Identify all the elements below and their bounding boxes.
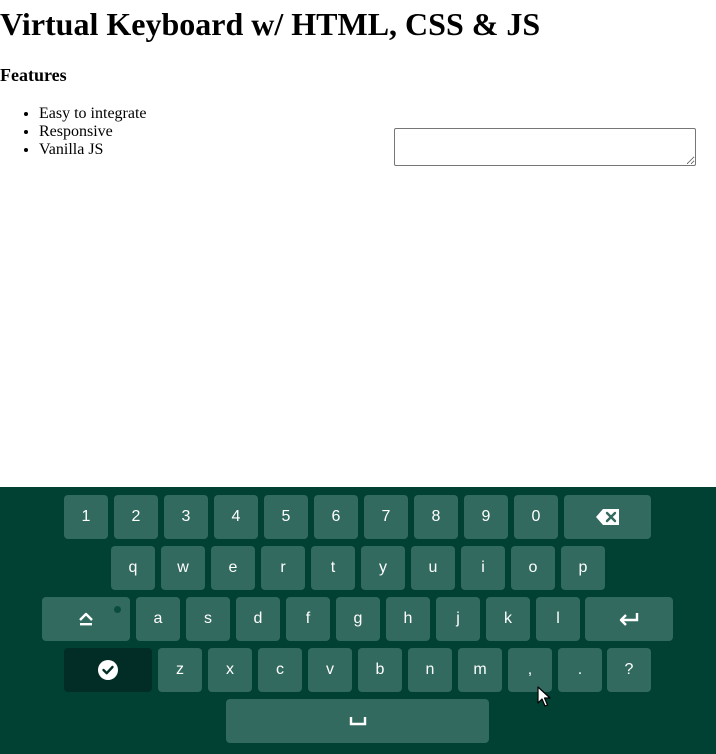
- key-y[interactable]: y: [361, 546, 405, 590]
- key-z[interactable]: z: [158, 648, 202, 692]
- key-g[interactable]: g: [336, 597, 380, 641]
- key-6[interactable]: 6: [314, 495, 358, 539]
- keyboard-row-top: q w e r t y u i o p: [0, 546, 716, 590]
- space-key[interactable]: [226, 699, 489, 743]
- key-c[interactable]: c: [258, 648, 302, 692]
- key-2[interactable]: 2: [114, 495, 158, 539]
- key-8[interactable]: 8: [414, 495, 458, 539]
- key-n[interactable]: n: [408, 648, 452, 692]
- backspace-key[interactable]: [564, 495, 651, 539]
- key-question-mark[interactable]: ?: [607, 648, 651, 692]
- key-t[interactable]: t: [311, 546, 355, 590]
- key-h[interactable]: h: [386, 597, 430, 641]
- key-d[interactable]: d: [236, 597, 280, 641]
- mouse-pointer-icon: [537, 686, 551, 707]
- key-x[interactable]: x: [208, 648, 252, 692]
- key-f[interactable]: f: [286, 597, 330, 641]
- keyboard-row-home: a s d f g h j k l: [0, 597, 716, 641]
- caps-lock-indicator: [114, 606, 121, 613]
- key-b[interactable]: b: [358, 648, 402, 692]
- space-bar-icon: [349, 717, 366, 726]
- key-l[interactable]: l: [536, 597, 580, 641]
- key-q[interactable]: q: [111, 546, 155, 590]
- key-5[interactable]: 5: [264, 495, 308, 539]
- key-9[interactable]: 9: [464, 495, 508, 539]
- key-0[interactable]: 0: [514, 495, 558, 539]
- key-o[interactable]: o: [511, 546, 555, 590]
- keyboard-row-bottom: z x c v b n m , . ?: [0, 648, 716, 692]
- check-circle-icon: [98, 660, 118, 680]
- key-j[interactable]: j: [436, 597, 480, 641]
- key-r[interactable]: r: [261, 546, 305, 590]
- keyboard-row-numbers: 1 2 3 4 5 6 7 8 9 0: [0, 495, 716, 539]
- key-u[interactable]: u: [411, 546, 455, 590]
- key-k[interactable]: k: [486, 597, 530, 641]
- done-key[interactable]: [64, 648, 152, 692]
- key-e[interactable]: e: [211, 546, 255, 590]
- key-4[interactable]: 4: [214, 495, 258, 539]
- backspace-icon: [595, 509, 619, 525]
- key-v[interactable]: v: [308, 648, 352, 692]
- key-w[interactable]: w: [161, 546, 205, 590]
- key-m[interactable]: m: [458, 648, 502, 692]
- key-3[interactable]: 3: [164, 495, 208, 539]
- key-i[interactable]: i: [461, 546, 505, 590]
- features-list: Easy to integrate Responsive Vanilla JS: [0, 105, 147, 159]
- keyboard-row-space: [0, 699, 716, 743]
- list-item: Vanilla JS: [39, 141, 147, 159]
- text-input[interactable]: [394, 128, 696, 166]
- list-item: Responsive: [39, 123, 147, 141]
- enter-key[interactable]: [585, 597, 673, 641]
- features-heading: Features: [0, 65, 67, 85]
- key-period[interactable]: .: [558, 648, 602, 692]
- caps-lock-key[interactable]: [42, 597, 130, 641]
- list-item: Easy to integrate: [39, 105, 147, 123]
- virtual-keyboard: 1 2 3 4 5 6 7 8 9 0 q w e r t y u i o p: [0, 487, 716, 754]
- page-title: Virtual Keyboard w/ HTML, CSS & JS: [0, 6, 541, 42]
- key-p[interactable]: p: [561, 546, 605, 590]
- key-7[interactable]: 7: [364, 495, 408, 539]
- caps-lock-icon: [79, 612, 93, 626]
- key-a[interactable]: a: [136, 597, 180, 641]
- enter-icon: [619, 613, 639, 626]
- key-1[interactable]: 1: [64, 495, 108, 539]
- key-s[interactable]: s: [186, 597, 230, 641]
